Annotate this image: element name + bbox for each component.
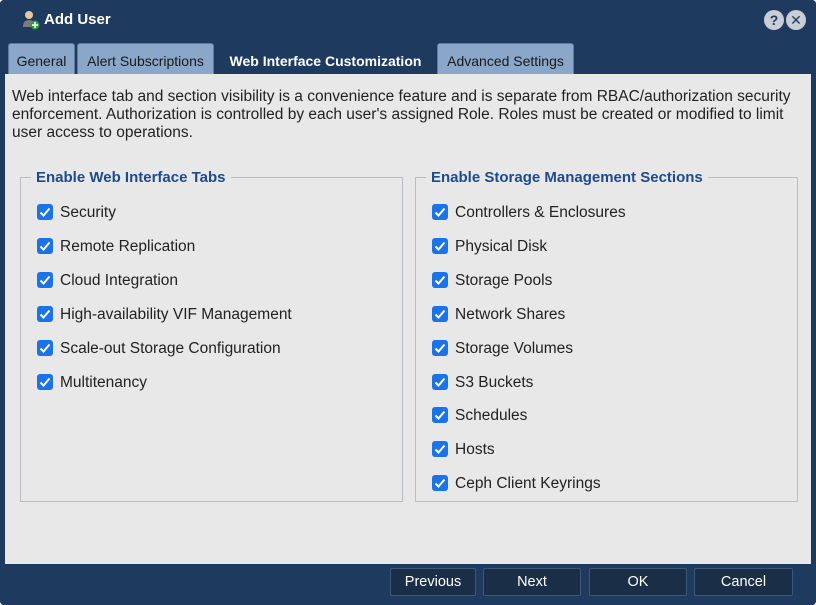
storage-sections-group-title: Enable Storage Management Sections (431, 169, 703, 186)
checkbox-checked-icon[interactable] (432, 475, 448, 491)
checkbox-label: S3 Buckets (455, 374, 534, 391)
add-user-dialog: Add User ? ✕ General Alert Subscriptions… (0, 0, 816, 605)
checkbox-label: Controllers & Enclosures (455, 204, 626, 221)
checkbox-label: Hosts (455, 441, 495, 458)
checkbox-checked-icon[interactable] (37, 238, 53, 254)
previous-button[interactable]: Previous (390, 568, 476, 596)
checkbox-checked-icon[interactable] (432, 441, 448, 457)
storage-sections-group: Enable Storage Management Sections Contr… (415, 169, 798, 502)
checkbox-label: Multitenancy (60, 374, 148, 391)
web-tabs-group-title: Enable Web Interface Tabs (36, 169, 226, 186)
checkbox-checked-icon[interactable] (432, 340, 448, 356)
close-icon[interactable]: ✕ (786, 10, 806, 30)
checkbox-checked-icon[interactable] (432, 306, 448, 322)
checkbox-label: Storage Pools (455, 272, 553, 289)
checkbox-label: Ceph Client Keyrings (455, 475, 601, 492)
tab-content: Web interface tab and section visibility… (5, 74, 811, 564)
checkbox-label: Network Shares (455, 306, 566, 323)
checkbox-label: Scale-out Storage Configuration (60, 340, 281, 357)
dialog-title: Add User (44, 11, 111, 28)
checkbox-label: Schedules (455, 407, 528, 424)
checkbox-label: Security (60, 204, 116, 221)
tab-advanced-settings[interactable]: Advanced Settings (437, 43, 574, 74)
checkbox-checked-icon[interactable] (432, 407, 448, 423)
checkbox-checked-icon[interactable] (37, 340, 53, 356)
checkbox-label: High-availability VIF Management (60, 306, 292, 323)
description-text: Web interface tab and section visibility… (12, 88, 791, 141)
checkbox-checked-icon[interactable] (432, 238, 448, 254)
help-icon[interactable]: ? (764, 10, 784, 30)
title-bar: Add User ? ✕ (0, 0, 816, 40)
add-user-icon (22, 10, 40, 30)
next-button[interactable]: Next (483, 568, 581, 596)
checkbox-checked-icon[interactable] (37, 204, 53, 220)
tab-web-interface-customization[interactable]: Web Interface Customization (216, 43, 435, 74)
checkbox-checked-icon[interactable] (37, 306, 53, 322)
tab-strip: General Alert Subscriptions Web Interfac… (5, 40, 811, 74)
checkbox-checked-icon[interactable] (37, 272, 53, 288)
checkbox-checked-icon[interactable] (37, 374, 53, 390)
checkbox-label: Storage Volumes (455, 340, 574, 357)
checkbox-checked-icon[interactable] (432, 272, 448, 288)
cancel-button[interactable]: Cancel (694, 568, 793, 596)
button-bar: Previous Next OK Cancel (0, 564, 816, 605)
tab-alert-subscriptions[interactable]: Alert Subscriptions (77, 43, 214, 74)
checkbox-label: Physical Disk (455, 238, 548, 255)
web-tabs-group: Enable Web Interface Tabs Security Remot… (20, 169, 403, 502)
checkbox-label: Cloud Integration (60, 272, 179, 289)
ok-button[interactable]: OK (589, 568, 687, 596)
checkbox-checked-icon[interactable] (432, 204, 448, 220)
checkbox-label: Remote Replication (60, 238, 196, 255)
tab-general[interactable]: General (8, 43, 75, 74)
checkbox-checked-icon[interactable] (432, 374, 448, 390)
